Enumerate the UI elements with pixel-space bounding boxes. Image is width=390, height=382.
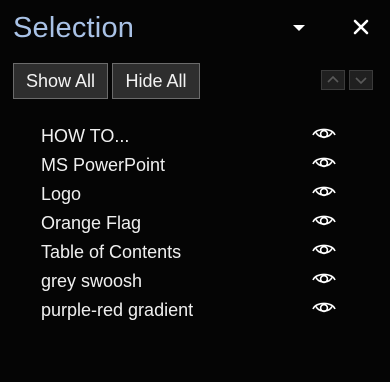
eye-icon bbox=[310, 268, 338, 292]
list-item-label: HOW TO... bbox=[41, 126, 130, 146]
visibility-toggle[interactable] bbox=[310, 268, 338, 292]
list-item[interactable]: MS PowerPoint bbox=[0, 150, 390, 179]
list-item[interactable]: Orange Flag bbox=[0, 208, 390, 237]
selection-list: HOW TO... MS PowerPoint Logo Orange Flag… bbox=[0, 121, 390, 324]
visibility-toggle[interactable] bbox=[310, 239, 338, 263]
pane-options-button[interactable] bbox=[287, 18, 311, 38]
eye-icon bbox=[310, 181, 338, 205]
show-all-button[interactable]: Show All bbox=[13, 63, 108, 99]
list-item[interactable]: purple-red gradient bbox=[0, 295, 390, 324]
list-item[interactable]: HOW TO... bbox=[0, 121, 390, 150]
send-backward-button[interactable] bbox=[349, 70, 373, 90]
list-item-label: Orange Flag bbox=[41, 213, 142, 233]
close-icon bbox=[348, 14, 374, 40]
close-button[interactable] bbox=[348, 14, 374, 40]
list-item[interactable]: Logo bbox=[0, 179, 390, 208]
eye-icon bbox=[310, 152, 338, 176]
visibility-toggle[interactable] bbox=[310, 297, 338, 321]
chevron-down-icon bbox=[287, 18, 311, 38]
list-item-label: MS PowerPoint bbox=[41, 155, 166, 175]
chevron-up-icon bbox=[322, 71, 344, 89]
hide-all-button[interactable]: Hide All bbox=[112, 63, 200, 99]
visibility-toggle[interactable] bbox=[310, 181, 338, 205]
list-item-label: Logo bbox=[41, 184, 82, 204]
eye-icon bbox=[310, 123, 338, 147]
eye-icon bbox=[310, 210, 338, 234]
list-item-label: grey swoosh bbox=[41, 271, 143, 291]
selection-pane: Selection Show All Hide All HOW TO... MS… bbox=[0, 0, 390, 382]
visibility-toggle[interactable] bbox=[310, 210, 338, 234]
eye-icon bbox=[310, 297, 338, 321]
visibility-toggle[interactable] bbox=[310, 123, 338, 147]
list-item[interactable]: Table of Contents bbox=[0, 237, 390, 266]
bring-forward-button[interactable] bbox=[321, 70, 345, 90]
chevron-down-icon bbox=[350, 71, 372, 89]
eye-icon bbox=[310, 239, 338, 263]
list-item-label: purple-red gradient bbox=[41, 300, 194, 320]
list-item-label: Table of Contents bbox=[41, 242, 182, 262]
pane-title: Selection bbox=[13, 12, 135, 44]
visibility-toggle[interactable] bbox=[310, 152, 338, 176]
list-item[interactable]: grey swoosh bbox=[0, 266, 390, 295]
